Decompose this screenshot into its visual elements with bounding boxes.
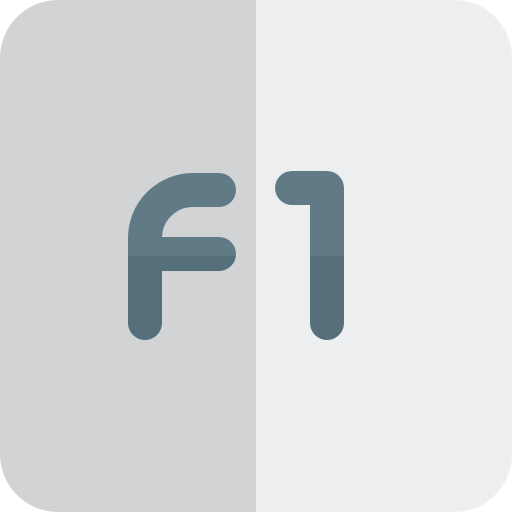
- icon-canvas: [0, 0, 512, 512]
- keycap: [0, 0, 512, 512]
- keycap-right-shade: [256, 0, 512, 512]
- f1-key-icon: [0, 0, 512, 512]
